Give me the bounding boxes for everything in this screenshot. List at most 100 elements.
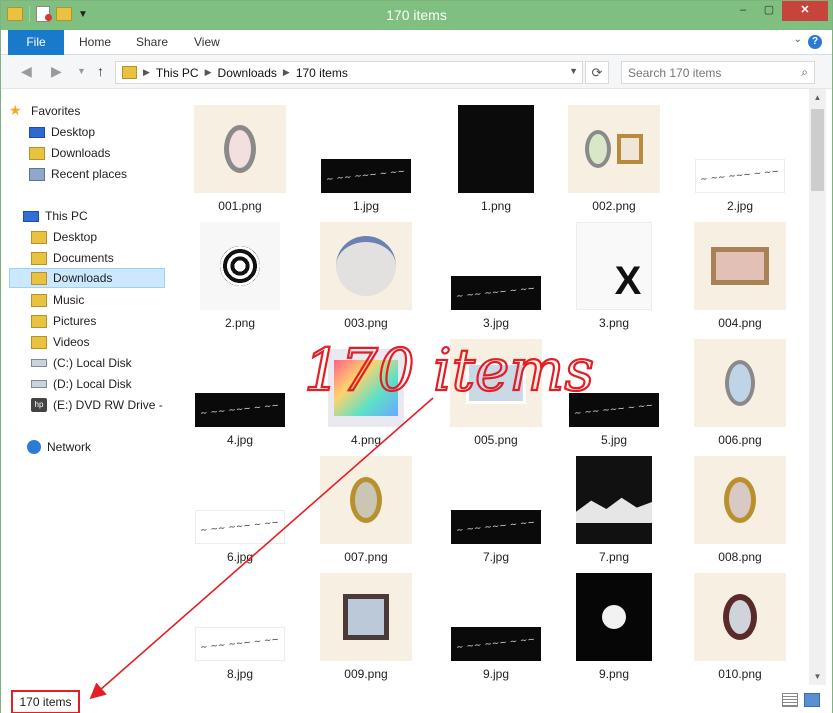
nav-pc-music[interactable]: Music <box>31 290 165 310</box>
nav-pc-e-drive[interactable]: hp (E:) DVD RW Drive - <box>31 395 165 415</box>
nav-fav-recent[interactable]: Recent places <box>29 164 165 184</box>
file-item[interactable]: 007.png <box>311 452 421 568</box>
search-input[interactable] <box>622 62 782 83</box>
help-icon[interactable]: ? <box>808 35 822 49</box>
tab-file[interactable]: File <box>8 30 64 55</box>
nav-pc-videos[interactable]: Videos <box>31 332 165 352</box>
file-thumbnail[interactable]: ~ ~~ ~~~ ~ ~~ <box>195 393 285 427</box>
file-item[interactable]: ~ ~~ ~~~ ~ ~~ 3.jpg <box>441 218 551 334</box>
nav-label: Music <box>53 293 85 307</box>
file-item[interactable]: ~ ~~ ~~~ ~ ~~ 6.jpg <box>185 452 295 568</box>
file-thumbnail[interactable]: ~ ~~ ~~~ ~ ~~ <box>569 393 659 427</box>
search-box[interactable]: ⌕ <box>621 61 815 84</box>
nav-pc-documents[interactable]: Documents <box>31 248 165 268</box>
file-item[interactable]: X 3.png <box>559 218 669 334</box>
address-bar[interactable]: ▶ This PC ▶ Downloads ▶ 170 items ▼ <box>115 61 583 84</box>
file-thumbnail[interactable] <box>694 573 786 661</box>
nav-fav-desktop[interactable]: Desktop <box>29 122 165 142</box>
nav-fav-downloads[interactable]: Downloads <box>29 143 165 163</box>
file-thumbnail[interactable] <box>576 456 652 544</box>
file-thumbnail[interactable]: ~ ~~ ~~~ ~ ~~ <box>195 510 285 544</box>
file-item[interactable]: 002.png <box>559 101 669 217</box>
tab-view[interactable]: View <box>180 30 234 55</box>
scrollbar-thumb[interactable] <box>811 109 824 191</box>
folder-icon <box>31 335 47 349</box>
file-item[interactable]: 004.png <box>685 218 795 334</box>
forward-arrow-icon[interactable]: ▶ <box>51 63 62 80</box>
file-thumbnail[interactable]: ~ ~~ ~~~ ~ ~~ <box>321 159 411 193</box>
details-view-icon[interactable] <box>782 693 798 707</box>
file-item[interactable]: ~ ~~ ~~~ ~ ~~ 2.jpg <box>685 101 795 217</box>
file-thumbnail[interactable] <box>450 339 542 427</box>
vertical-scrollbar[interactable]: ▲ ▼ <box>809 89 826 685</box>
file-name: 006.png <box>718 433 762 447</box>
file-item[interactable]: ~ ~~ ~~~ ~ ~~ 4.jpg <box>185 335 295 451</box>
file-item[interactable]: 010.png <box>685 569 795 685</box>
search-icon[interactable]: ⌕ <box>801 65 808 80</box>
refresh-button[interactable]: ⟳ <box>585 61 609 84</box>
up-arrow-icon[interactable]: ↑ <box>97 63 104 79</box>
file-thumbnail[interactable] <box>320 222 412 310</box>
file-item[interactable]: 008.png <box>685 452 795 568</box>
scroll-up-arrow-icon[interactable]: ▲ <box>809 89 826 106</box>
file-item[interactable]: 9.png <box>559 569 669 685</box>
file-thumbnail[interactable]: ~ ~~ ~~~ ~ ~~ <box>195 627 285 661</box>
nav-pc-downloads[interactable]: Downloads <box>9 268 165 288</box>
nav-pc-desktop[interactable]: Desktop <box>31 227 165 247</box>
file-thumbnail[interactable]: ~ ~~ ~~~ ~ ~~ <box>695 159 785 193</box>
file-thumbnail[interactable] <box>694 339 786 427</box>
chevron-right-icon[interactable]: ▶ <box>205 67 212 78</box>
file-thumbnail[interactable]: ~ ~~ ~~~ ~ ~~ <box>451 276 541 310</box>
file-item[interactable]: 009.png <box>311 569 421 685</box>
file-thumbnail[interactable]: ~ ~~ ~~~ ~ ~~ <box>451 510 541 544</box>
breadcrumb-downloads[interactable]: Downloads <box>218 66 277 80</box>
file-item[interactable]: 005.png <box>441 335 551 451</box>
file-thumbnail[interactable] <box>194 105 286 193</box>
minimize-button[interactable]: – <box>730 1 756 21</box>
close-button[interactable]: ✕ <box>782 1 828 21</box>
file-item[interactable]: ~ ~~ ~~~ ~ ~~ 5.jpg <box>559 335 669 451</box>
file-item[interactable]: ~ ~~ ~~~ ~ ~~ 1.jpg <box>311 101 421 217</box>
file-item[interactable]: 7.png <box>559 452 669 568</box>
recent-locations-icon[interactable]: ▼ <box>77 66 86 76</box>
expand-ribbon-chevron-icon[interactable]: ⌄ <box>794 34 802 45</box>
file-thumbnail[interactable] <box>694 222 786 310</box>
file-thumbnail[interactable] <box>320 456 412 544</box>
file-thumbnail[interactable] <box>694 456 786 544</box>
file-thumbnail[interactable]: ~ ~~ ~~~ ~ ~~ <box>451 627 541 661</box>
file-thumbnail[interactable] <box>328 349 404 427</box>
nav-favorites[interactable]: ★ Favorites <box>9 101 165 121</box>
file-item[interactable]: ~ ~~ ~~~ ~ ~~ 8.jpg <box>185 569 295 685</box>
large-icons-view-icon[interactable] <box>804 693 820 707</box>
file-item[interactable]: ~ ~~ ~~~ ~ ~~ 7.jpg <box>441 452 551 568</box>
file-thumbnail[interactable] <box>200 222 280 310</box>
file-item[interactable]: 2.png <box>185 218 295 334</box>
file-item[interactable]: 4.png <box>311 335 421 451</box>
scroll-down-arrow-icon[interactable]: ▼ <box>809 668 826 685</box>
file-item[interactable]: 001.png <box>185 101 295 217</box>
back-arrow-icon[interactable]: ◀ <box>21 63 32 80</box>
nav-pc-c-drive[interactable]: (C:) Local Disk <box>31 353 165 373</box>
file-item[interactable]: ~ ~~ ~~~ ~ ~~ 9.jpg <box>441 569 551 685</box>
nav-pc-d-drive[interactable]: (D:) Local Disk <box>31 374 165 394</box>
file-thumbnail[interactable] <box>568 105 660 193</box>
breadcrumb-this-pc[interactable]: This PC <box>156 66 199 80</box>
tab-share[interactable]: Share <box>122 30 182 55</box>
nav-this-pc[interactable]: This PC <box>9 206 165 226</box>
chevron-right-icon[interactable]: ▶ <box>143 67 150 78</box>
file-thumbnail[interactable] <box>320 573 412 661</box>
nav-pc-pictures[interactable]: Pictures <box>31 311 165 331</box>
file-thumbnail[interactable] <box>458 105 534 193</box>
chevron-right-icon[interactable]: ▶ <box>283 67 290 78</box>
maximize-button[interactable]: ▢ <box>756 1 782 21</box>
file-thumbnail[interactable]: X <box>576 222 652 310</box>
nav-label: This PC <box>45 209 88 223</box>
file-item[interactable]: 003.png <box>311 218 421 334</box>
address-dropdown-icon[interactable]: ▼ <box>569 66 578 76</box>
breadcrumb-search-results[interactable]: 170 items <box>296 66 348 80</box>
file-item[interactable]: 006.png <box>685 335 795 451</box>
tab-home[interactable]: Home <box>65 30 125 55</box>
file-thumbnail[interactable] <box>576 573 652 661</box>
nav-network[interactable]: Network <box>9 437 165 457</box>
file-item[interactable]: 1.png <box>441 101 551 217</box>
